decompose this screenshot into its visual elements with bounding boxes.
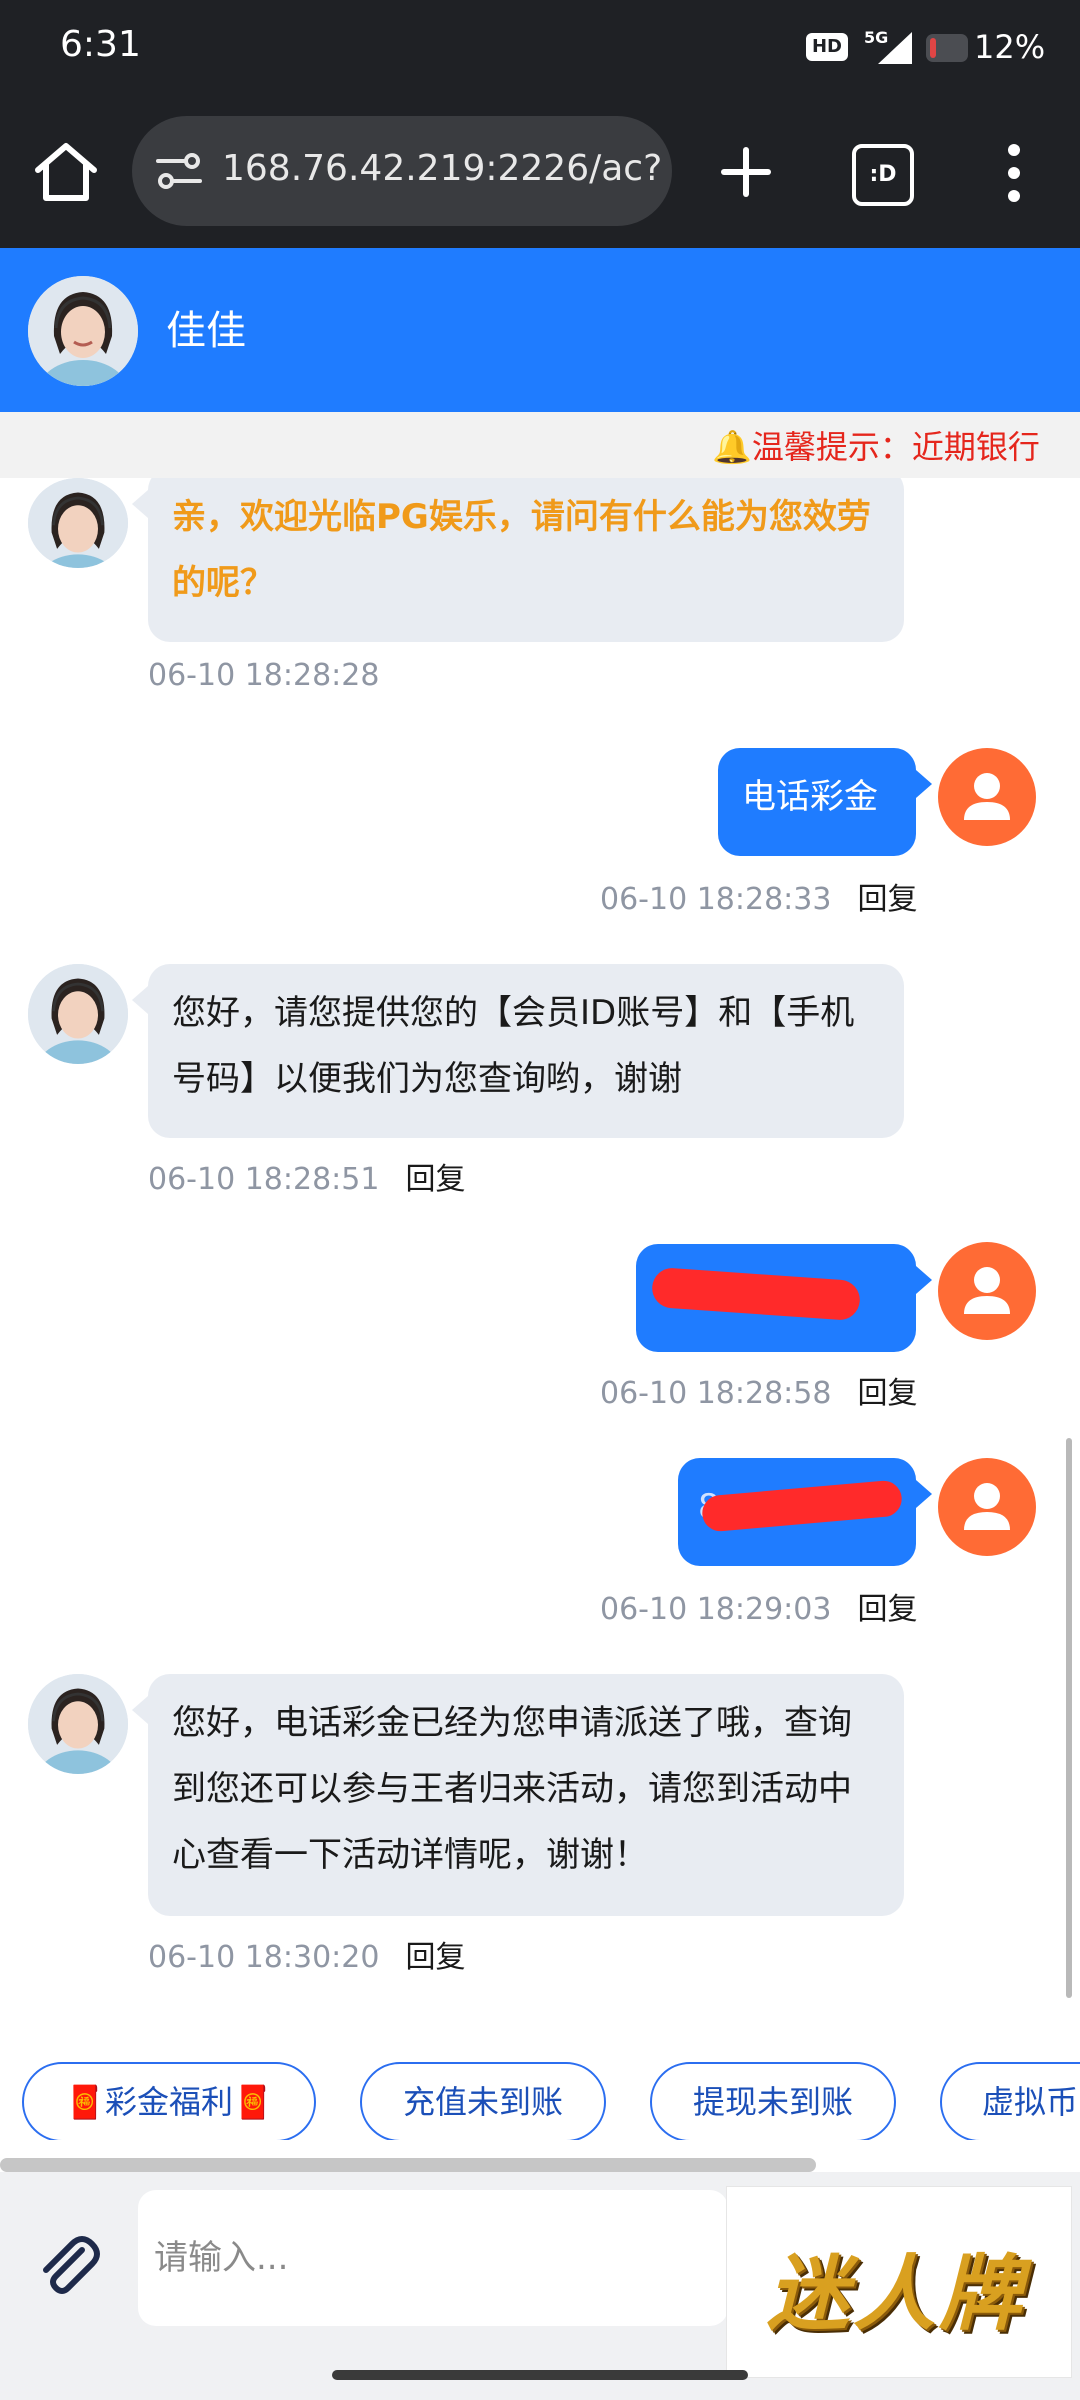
more-menu-button[interactable] bbox=[994, 140, 1034, 206]
home-icon bbox=[35, 143, 97, 201]
redaction-mark bbox=[700, 1479, 904, 1533]
network-type: 5G bbox=[864, 28, 889, 47]
message-time: 06-10 18:28:33 bbox=[600, 882, 832, 917]
paperclip-icon bbox=[43, 2236, 100, 2294]
quick-action-bonus[interactable]: 🧧彩金福利🧧 bbox=[22, 2062, 316, 2140]
message-input[interactable] bbox=[138, 2190, 728, 2326]
message-time: 06-10 18:28:51 bbox=[148, 1162, 380, 1197]
user-message-bubble: 8 bbox=[678, 1458, 932, 1566]
home-button[interactable] bbox=[28, 134, 104, 210]
address-bar[interactable]: 168.76.42.219:2226/ac?key bbox=[132, 116, 672, 226]
reply-button[interactable]: 回复 bbox=[857, 882, 917, 917]
quick-action-crypto[interactable]: 虚拟币 bbox=[940, 2062, 1080, 2140]
user-icon bbox=[964, 773, 1010, 820]
agent-avatar bbox=[28, 478, 128, 568]
user-avatar bbox=[938, 1458, 1036, 1556]
reply-button[interactable]: 回复 bbox=[857, 1376, 917, 1411]
browser-toolbar: 168.76.42.219:2226/ac?key :D bbox=[0, 100, 1080, 248]
plus-icon bbox=[721, 147, 771, 197]
notice-bar: 🔔温馨提示：近期银行 bbox=[0, 412, 1080, 478]
notice-text: 温馨提示：近期银行 bbox=[751, 428, 1040, 466]
user-avatar bbox=[938, 1242, 1036, 1340]
reply-button[interactable]: 回复 bbox=[857, 1592, 917, 1627]
agent-avatar bbox=[28, 276, 138, 386]
quick-actions-scrollbar[interactable] bbox=[0, 2158, 816, 2172]
agent-message-bubble: 您好，请您提供您的【会员ID账号】和【手机号码】以便我们为您查询哟，谢谢 bbox=[132, 964, 904, 1138]
gesture-nav-bar[interactable] bbox=[332, 2370, 748, 2380]
user-message-bubble: 1 27 bbox=[636, 1244, 932, 1352]
status-bar: 6:31 HD 5G 12% bbox=[0, 0, 1080, 100]
composer: 迷人牌 bbox=[0, 2172, 1080, 2400]
tabs-button[interactable]: :D bbox=[852, 144, 914, 206]
new-tab-button[interactable] bbox=[712, 134, 780, 210]
watermark-logo: 迷人牌 bbox=[726, 2186, 1072, 2378]
attach-button[interactable] bbox=[30, 2228, 106, 2304]
message-time: 06-10 18:28:28 bbox=[148, 658, 380, 693]
signal-icon: 5G bbox=[864, 28, 916, 66]
user-icon bbox=[964, 1267, 1010, 1314]
reply-button[interactable]: 回复 bbox=[405, 1940, 465, 1975]
agent-name: 佳佳 bbox=[166, 308, 246, 354]
reply-button[interactable]: 回复 bbox=[405, 1162, 465, 1197]
chat-scrollbar[interactable] bbox=[1066, 1438, 1072, 1998]
quick-action-deposit[interactable]: 充值未到账 bbox=[360, 2062, 606, 2140]
message-text: 亲，欢迎光临PG娱乐，请问有什么能为您效劳的呢？ bbox=[172, 497, 871, 603]
agent-avatar bbox=[28, 964, 128, 1064]
user-message-bubble: 电话彩金 bbox=[718, 748, 932, 856]
message-time: 06-10 18:30:20 bbox=[148, 1940, 380, 1975]
site-settings-icon[interactable] bbox=[154, 151, 204, 191]
battery-percent: 12% bbox=[974, 28, 1046, 66]
agent-message-bubble: 亲，欢迎光临PG娱乐，请问有什么能为您效劳的呢？ bbox=[132, 478, 904, 642]
bell-icon: 🔔 bbox=[712, 428, 752, 466]
message-time: 06-10 18:28:58 bbox=[600, 1376, 832, 1411]
chat-header: 佳佳 bbox=[0, 248, 1080, 412]
user-avatar bbox=[938, 748, 1036, 846]
chat-area[interactable]: 亲，欢迎光临PG娱乐，请问有什么能为您效劳的呢？ 06-10 18:28:28 … bbox=[0, 478, 1080, 2030]
quick-actions-bar[interactable]: 🧧彩金福利🧧 充值未到账 提现未到账 虚拟币 bbox=[0, 2030, 1080, 2140]
user-icon bbox=[964, 1483, 1010, 1530]
message-text: 您好，电话彩金已经为您申请派送了哦，查询到您还可以参与王者归来活动，请您到活动中… bbox=[172, 1703, 852, 1875]
quick-action-withdraw[interactable]: 提现未到账 bbox=[650, 2062, 896, 2140]
watermark-text: 迷人牌 bbox=[767, 2246, 1025, 2342]
more-vert-icon bbox=[1008, 144, 1020, 202]
message-time: 06-10 18:29:03 bbox=[600, 1592, 832, 1627]
agent-message-bubble: 您好，电话彩金已经为您申请派送了哦，查询到您还可以参与王者归来活动，请您到活动中… bbox=[132, 1674, 904, 1916]
message-text: 电话彩金 bbox=[742, 777, 878, 817]
status-time: 6:31 bbox=[60, 24, 141, 65]
agent-avatar bbox=[28, 1674, 128, 1774]
hd-badge: HD bbox=[806, 33, 848, 61]
message-text: 您好，请您提供您的【会员ID账号】和【手机号码】以便我们为您查询哟，谢谢 bbox=[172, 993, 855, 1099]
url-text[interactable]: 168.76.42.219:2226/ac?key bbox=[222, 148, 662, 189]
battery-icon bbox=[926, 34, 968, 62]
